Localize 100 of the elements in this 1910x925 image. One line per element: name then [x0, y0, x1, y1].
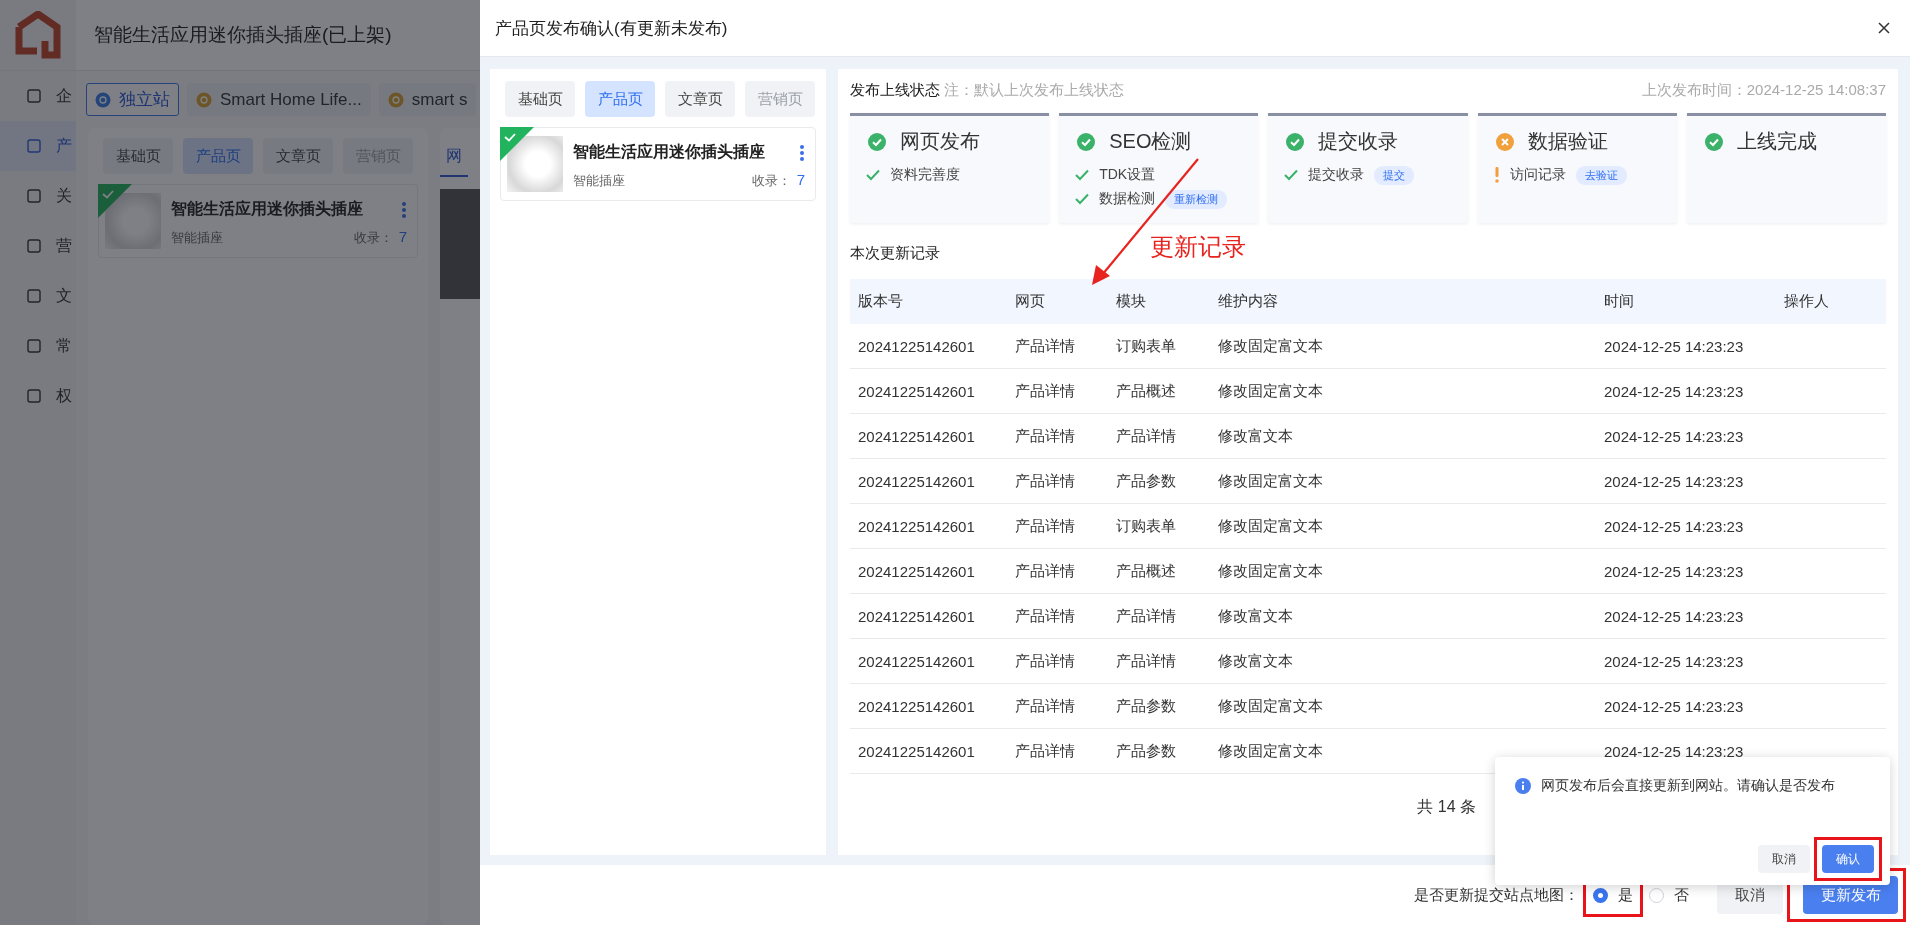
table-cell-text: 修改固定富文本 [1217, 381, 1324, 401]
table-cell-text: 产品详情 [1115, 606, 1177, 626]
table-cell-text: 2024-12-25 14:23:23 [1603, 472, 1745, 490]
page-tab[interactable]: 产品页 [585, 81, 655, 117]
check-icon [1075, 169, 1090, 181]
table-cell-text: 修改富文本 [1217, 606, 1294, 626]
check-item: 提交收录 [1308, 166, 1365, 184]
check-item: 访问记录 [1509, 166, 1566, 184]
table-cell-text: 20241225142601 [857, 607, 976, 625]
check-icon [1075, 193, 1090, 205]
table-cell-text: 修改固定富文本 [1217, 471, 1324, 491]
table-cell-text: 产品详情 [1014, 516, 1076, 536]
product-category: 智能插座 [171, 228, 223, 247]
table-cell-text: 产品详情 [1115, 651, 1177, 671]
page-tab[interactable]: 产品页 [183, 138, 253, 174]
page-tab[interactable]: 文章页 [263, 138, 333, 174]
table-cell-text: 修改固定富文本 [1217, 696, 1324, 716]
more-icon[interactable] [401, 200, 407, 219]
exclamation-icon [1493, 167, 1500, 183]
note-text: 注：默认上次发布上线状态 [944, 81, 1124, 100]
preview-tab[interactable]: 网 [440, 138, 468, 177]
site-tab[interactable]: Smart Home Life... [187, 83, 371, 116]
column-header: 操作人 [1783, 292, 1830, 311]
menu-icon [26, 238, 42, 254]
stage-title: 数据验证 [1527, 129, 1608, 154]
menu-icon [26, 338, 42, 354]
table-cell-text: 产品详情 [1014, 561, 1076, 581]
count-value: 7 [398, 228, 407, 245]
table-cell-text: 20241225142601 [857, 382, 976, 400]
sidebar-item[interactable]: 文 [0, 271, 76, 321]
column-header: 网页 [1014, 292, 1046, 311]
product-name: 智能生活应用迷你插头插座 [573, 142, 765, 162]
table-cell-text: 产品详情 [1014, 336, 1076, 356]
table-cell-text: 修改固定富文本 [1217, 516, 1324, 536]
table-cell-text: 2024-12-25 14:23:23 [1603, 517, 1745, 535]
confirm-message: 网页发布后会直接更新到网站。请确认是否发布 [1541, 777, 1835, 795]
stage-title: 网页发布 [900, 129, 980, 154]
page-tab[interactable]: 基础页 [103, 138, 173, 174]
table-cell-text: 2024-12-25 14:23:23 [1603, 382, 1745, 400]
check-item: TDK设置 [1099, 166, 1156, 184]
table-cell-text: 订购表单 [1115, 516, 1177, 536]
action-tag[interactable]: 重新检测 [1165, 189, 1228, 209]
column-header: 模块 [1115, 292, 1147, 311]
table-cell-text: 修改富文本 [1217, 426, 1294, 446]
close-icon [1878, 22, 1890, 34]
confirm-button[interactable]: 确认 [1822, 845, 1874, 873]
table-cell-text: 产品参数 [1115, 696, 1177, 716]
page-tab[interactable]: 文章页 [665, 81, 735, 117]
menu-icon [26, 288, 42, 304]
table-cell-text: 20241225142601 [857, 742, 976, 760]
table-cell-text: 产品详情 [1014, 426, 1076, 446]
page-tab[interactable]: 基础页 [505, 81, 575, 117]
menu-icon [26, 88, 42, 104]
product-photo [507, 136, 563, 192]
logo-icon [15, 11, 61, 59]
info-icon [1515, 778, 1531, 794]
product-card[interactable]: 智能生活应用迷你插头插座 智能插座 收录： 7 [500, 127, 816, 201]
menu-icon [26, 188, 42, 204]
table-cell-text: 修改固定富文本 [1217, 336, 1324, 356]
sidebar-item[interactable]: 产 [0, 121, 76, 171]
radio-option[interactable]: 否 [1647, 881, 1691, 909]
table-cell-text: 产品详情 [1115, 426, 1177, 446]
cancel-button[interactable]: 取消 [1758, 845, 1810, 873]
site-tab[interactable]: smart s [378, 83, 477, 116]
table-cell-text: 产品参数 [1115, 471, 1177, 491]
site-tab[interactable]: 独立站 [86, 83, 179, 116]
product-category: 智能插座 [573, 171, 625, 190]
more-icon[interactable] [799, 143, 805, 162]
check-item: 资料完善度 [890, 166, 960, 184]
section-title: 发布上线状态 [850, 81, 940, 100]
table-cell-text: 2024-12-25 14:23:23 [1603, 337, 1745, 355]
column-header: 版本号 [857, 292, 904, 311]
table-cell-text: 2024-12-25 14:23:23 [1603, 607, 1745, 625]
count-label: 收录： [751, 173, 791, 188]
table-cell-text: 产品详情 [1014, 381, 1076, 401]
sidebar-item[interactable]: 营 [0, 221, 76, 271]
action-tag[interactable]: 提交 [1374, 165, 1415, 185]
table-cell-text: 产品参数 [1115, 741, 1177, 761]
sidebar-item[interactable]: 权 [0, 371, 76, 421]
globe-icon [95, 91, 111, 108]
table-cell-text: 订购表单 [1115, 336, 1177, 356]
sidebar-item[interactable]: 关 [0, 171, 76, 221]
check-item: 数据检测 [1099, 190, 1156, 208]
table-cell-text: 产品详情 [1014, 696, 1076, 716]
table-cell-text: 20241225142601 [857, 562, 976, 580]
table-cell-text: 20241225142601 [857, 427, 976, 445]
sidebar-item[interactable]: 企 [0, 71, 76, 121]
stage-title: 提交收录 [1318, 129, 1399, 154]
product-card[interactable]: 智能生活应用迷你插头插座 智能插座 收录： 7 [98, 184, 418, 258]
globe-icon [196, 91, 212, 108]
table-cell-text: 20241225142601 [857, 337, 976, 355]
dialog-title: 产品页发布确认(有更新未发布) [495, 17, 728, 40]
annotation-text: 更新记录 [1150, 232, 1246, 262]
stage-title: SEO检测 [1109, 129, 1192, 154]
table-cell-text: 修改固定富文本 [1217, 741, 1324, 761]
action-tag[interactable]: 去验证 [1575, 165, 1627, 185]
sidebar-item[interactable]: 常 [0, 321, 76, 371]
table-cell-text: 产品详情 [1014, 471, 1076, 491]
table-cell-text: 产品详情 [1014, 741, 1076, 761]
table-cell-text: 2024-12-25 14:23:23 [1603, 697, 1745, 715]
